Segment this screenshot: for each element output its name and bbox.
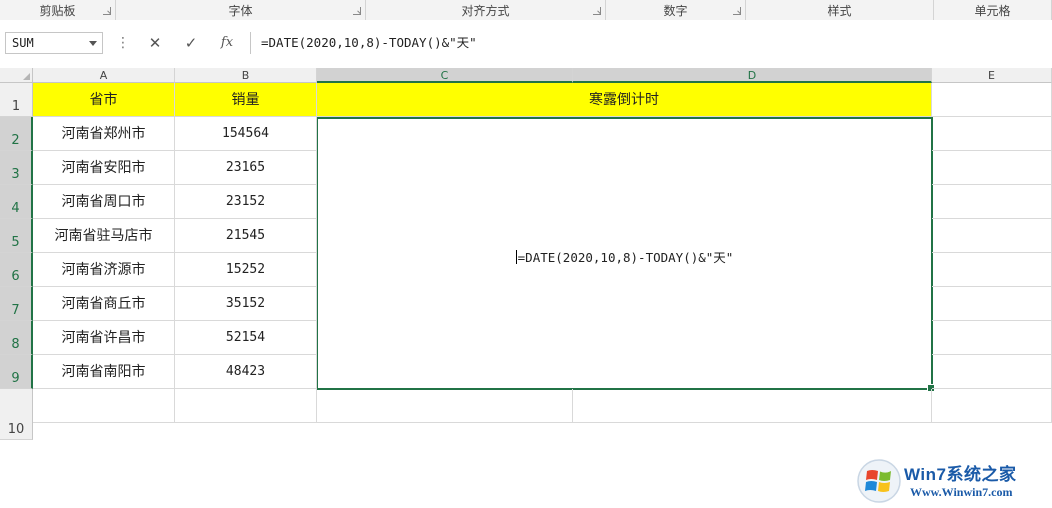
row-number: 4 [11, 201, 20, 216]
row-number: 2 [11, 133, 20, 148]
cell-sales[interactable]: 52154 [175, 321, 317, 355]
cell-sales[interactable]: 154564 [175, 117, 317, 151]
cell-sales[interactable]: 35152 [175, 287, 317, 321]
column-header-c[interactable]: C [317, 68, 573, 83]
cell-row10[interactable] [33, 389, 175, 423]
cell-e[interactable] [932, 321, 1052, 355]
column-header-a[interactable]: A [33, 68, 175, 83]
ribbon-group-label: 数字 [663, 4, 688, 18]
cell-city[interactable]: 河南省安阳市 [33, 151, 175, 185]
text-caret [515, 250, 517, 264]
cell-e[interactable] [932, 117, 1052, 151]
row-number: 10 [7, 422, 25, 437]
row-number: 8 [11, 337, 20, 352]
header-cell-province-city[interactable]: 省市 [33, 83, 175, 117]
cell-e[interactable] [932, 185, 1052, 219]
row-number: 1 [11, 99, 21, 114]
selected-merged-cell-c2-d9[interactable]: =DATE(2020,10,8)-TODAY()&"天" [316, 117, 933, 390]
cancel-icon[interactable]: ✕ [144, 34, 166, 52]
dialog-launcher-icon[interactable] [733, 7, 741, 15]
cell-sales[interactable]: 23165 [175, 151, 317, 185]
cell-e[interactable] [932, 151, 1052, 185]
name-box[interactable]: SUM [5, 32, 103, 54]
row-header-7[interactable]: 7 [0, 287, 33, 321]
cell-city[interactable]: 河南省驻马店市 [33, 219, 175, 253]
row-number: 3 [11, 167, 20, 182]
cell-city[interactable]: 河南省济源市 [33, 253, 175, 287]
cell-e[interactable] [932, 355, 1052, 389]
more-options-icon[interactable]: ⋮ [116, 34, 130, 52]
cell-row10[interactable] [932, 389, 1052, 423]
cell-city[interactable]: 河南省周口市 [33, 185, 175, 219]
windows-logo-icon [857, 459, 901, 503]
cell-row10[interactable] [175, 389, 317, 423]
row-number: 6 [11, 269, 20, 284]
cell-city[interactable]: 河南省商丘市 [33, 287, 175, 321]
header-cell-sales[interactable]: 销量 [175, 83, 317, 117]
formula-bar: SUM ⋮ ✕ ✓ fx =DATE(2020,10,8)-TODAY()&"天… [0, 20, 1052, 69]
watermark-brand: Win7系统之家 [904, 465, 1017, 484]
cell-city[interactable]: 河南省南阳市 [33, 355, 175, 389]
ribbon-group-label: 字体 [228, 4, 253, 18]
row-header-2[interactable]: 2 [0, 117, 33, 151]
cell-row10[interactable] [317, 389, 573, 423]
ribbon-group-label: 对齐方式 [461, 4, 510, 18]
row-header-8[interactable]: 8 [0, 321, 33, 355]
row-number: 7 [11, 303, 20, 318]
ribbon-group-3: 数字 [606, 0, 746, 20]
row-number: 9 [11, 371, 20, 386]
name-box-value: SUM [12, 36, 34, 50]
worksheet-grid[interactable]: A B C D E 省市 销量 寒露倒计时 =DATE(2020,10,8)-T… [0, 68, 1052, 503]
formula-input[interactable]: =DATE(2020,10,8)-TODAY()&"天" [250, 32, 1052, 54]
cell-edit-text[interactable]: =DATE(2020,10,8)-TODAY()&"天" [318, 247, 931, 266]
cell-e[interactable] [932, 219, 1052, 253]
watermark-url: Www.Winwin7.com [910, 485, 1013, 499]
ribbon-group-2: 对齐方式 [366, 0, 606, 20]
ribbon-group-label: 样式 [827, 4, 852, 18]
cell-city[interactable]: 河南省郑州市 [33, 117, 175, 151]
cell-sales[interactable]: 15252 [175, 253, 317, 287]
dialog-launcher-icon[interactable] [353, 7, 361, 15]
row-number: 5 [11, 235, 20, 250]
cell-sales[interactable]: 48423 [175, 355, 317, 389]
dialog-launcher-icon[interactable] [103, 7, 111, 15]
ribbon-group-label: 剪贴板 [39, 4, 76, 18]
ribbon-group-label: 单元格 [974, 4, 1011, 18]
ribbon-group-5: 单元格 [934, 0, 1052, 20]
cell-edit-formula: =DATE(2020,10,8)-TODAY()&"天" [517, 250, 734, 265]
cell-city[interactable]: 河南省许昌市 [33, 321, 175, 355]
enter-icon[interactable]: ✓ [180, 34, 202, 52]
cell-e[interactable] [932, 253, 1052, 287]
cell-e[interactable] [932, 287, 1052, 321]
row-header-3[interactable]: 3 [0, 151, 33, 185]
row-header-4[interactable]: 4 [0, 185, 33, 219]
cell-sales[interactable]: 21545 [175, 219, 317, 253]
row-header-6[interactable]: 6 [0, 253, 33, 287]
dialog-launcher-icon[interactable] [593, 7, 601, 15]
row-header-5[interactable]: 5 [0, 219, 33, 253]
ribbon-group-4: 样式 [746, 0, 934, 20]
select-all-corner[interactable] [0, 68, 33, 83]
row-header-10[interactable]: 10 [0, 389, 33, 440]
column-header-e[interactable]: E [932, 68, 1052, 83]
cell-e1[interactable] [932, 83, 1052, 117]
ribbon-group-0: 剪贴板 [0, 0, 116, 20]
header-cell-countdown[interactable]: 寒露倒计时 [317, 83, 932, 117]
watermark: Win7系统之家 Www.Winwin7.com [856, 456, 1052, 508]
ribbon-group-strip: 剪贴板 字体 对齐方式 数字 样式 单元格 [0, 0, 1052, 21]
cell-sales[interactable]: 23152 [175, 185, 317, 219]
row-header-1[interactable]: 1 [0, 83, 33, 117]
column-header-d[interactable]: D [573, 68, 932, 83]
ribbon-group-1: 字体 [116, 0, 366, 20]
insert-function-icon[interactable]: fx [216, 34, 238, 52]
column-header-b[interactable]: B [175, 68, 317, 83]
cell-row10[interactable] [573, 389, 932, 423]
chevron-down-icon[interactable] [89, 41, 97, 46]
row-header-9[interactable]: 9 [0, 355, 33, 389]
